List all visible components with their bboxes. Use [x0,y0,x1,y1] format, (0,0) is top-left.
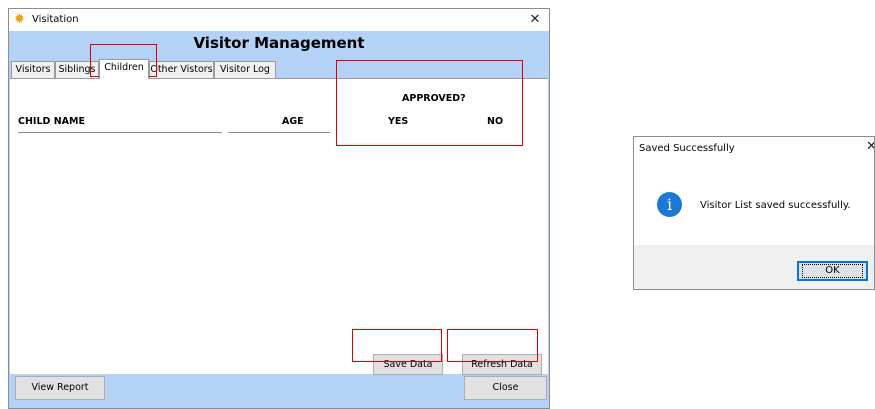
tab-visitors[interactable]: Visitors [11,61,55,78]
title-bar: ✹ Visitation ✕ [9,9,549,31]
window-title: Visitation [32,14,79,25]
close-button[interactable]: Close [464,376,547,400]
ok-button[interactable]: OK [797,261,868,281]
annotation-box-save [352,329,442,362]
tab-visitor-log[interactable]: Visitor Log [214,61,276,78]
tab-children[interactable]: Children [99,59,149,79]
annotation-box-refresh [447,329,538,362]
sun-icon: ✹ [14,12,25,27]
age-column-header: AGE [282,116,304,127]
info-icon: i [657,192,682,217]
age-underline [228,132,330,133]
close-icon[interactable]: ✕ [866,139,874,154]
dialog-footer: OK [634,245,874,289]
view-report-button[interactable]: View Report [15,376,105,400]
tab-other-visitors[interactable]: Other Vistors [149,61,214,78]
child-name-column-header: CHILD NAME [18,116,85,127]
saved-dialog: Saved Successfully ✕ i Visitor List save… [633,136,875,290]
ok-label: OK [802,264,863,278]
dialog-title: Saved Successfully [639,143,735,154]
annotation-box-approved [336,60,523,146]
child-name-underline [18,132,222,133]
dialog-message: Visitor List saved successfully. [700,200,851,211]
close-icon[interactable]: ✕ [525,11,545,29]
